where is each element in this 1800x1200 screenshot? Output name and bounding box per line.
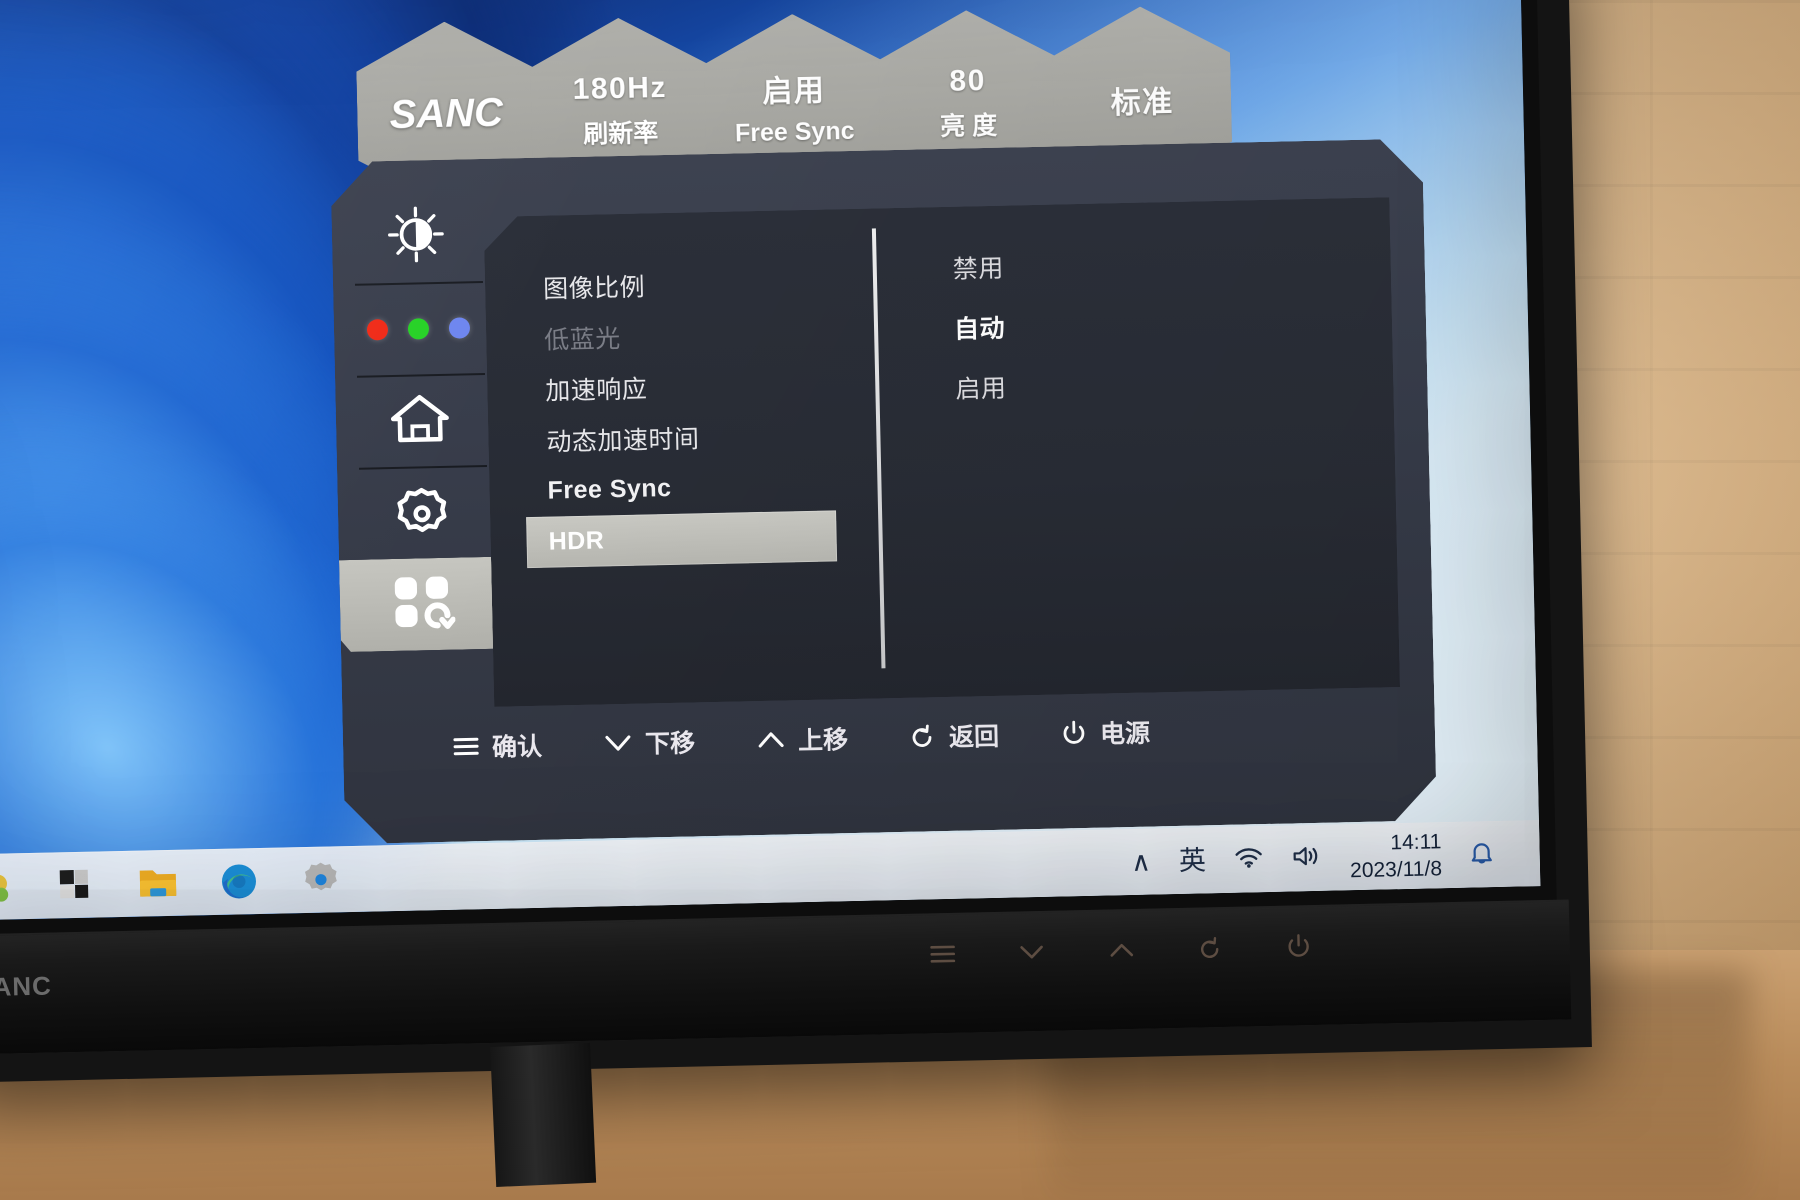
ime-indicator[interactable]: 英	[1179, 845, 1207, 876]
sidebar-item-home[interactable]	[335, 373, 505, 469]
sidebar-item-brightness-contrast[interactable]	[331, 189, 501, 285]
freesync-label: Free Sync	[734, 116, 855, 148]
bezel-down-button[interactable]	[1017, 942, 1045, 963]
picture-mode-value: 标准	[1110, 85, 1175, 120]
refresh-rate-label: 刷新率	[582, 118, 659, 149]
rgb-color-dots-icon	[366, 316, 470, 341]
monitor-bezel: SANC 180Hz 刷新率 启用 Free Sync 80 亮 度 标准 图像…	[0, 0, 1557, 935]
footer-move-down[interactable]: 下移	[604, 723, 696, 761]
taskbar-system-tray: ∧ 英 14:11 2023/11/8	[1131, 828, 1525, 889]
wifi-icon[interactable]	[1234, 845, 1265, 875]
taskbar-icon-photos[interactable]	[0, 867, 14, 908]
taskbar-icon-edge[interactable]	[220, 862, 261, 903]
chevron-down-icon	[604, 733, 632, 754]
footer-label: 电源	[1099, 719, 1151, 749]
menu-item-hdr[interactable]: HDR	[526, 510, 837, 568]
brightness-label: 亮 度	[939, 111, 998, 141]
color-dot-green	[407, 317, 429, 340]
taskbar-app-icons	[0, 860, 342, 908]
color-dot-blue	[448, 316, 470, 339]
footer-confirm[interactable]: 确认	[453, 727, 543, 765]
bell-icon[interactable]	[1469, 839, 1494, 871]
color-dot-red	[366, 318, 388, 341]
menu-item-mprt[interactable]: 动态加速时间	[524, 408, 855, 466]
power-icon	[1061, 720, 1088, 747]
sidebar-item-color[interactable]	[333, 281, 503, 377]
refresh-rate-value: 180Hz	[572, 70, 668, 106]
gear-icon	[394, 482, 449, 542]
freesync-value: 启用	[762, 74, 826, 109]
chevron-up-icon	[757, 730, 785, 751]
menu-item-aspect-ratio[interactable]: 图像比例	[521, 255, 852, 313]
osd-option-list: 禁用 自动 启用	[952, 236, 1256, 413]
footer-label: 上移	[797, 726, 849, 756]
monitor-stand-neck	[490, 1042, 597, 1187]
footer-label: 返回	[948, 722, 1000, 752]
option-disable[interactable]: 禁用	[952, 236, 1253, 293]
taskbar-icon-file-explorer[interactable]	[138, 863, 179, 904]
option-auto[interactable]: 自动	[954, 296, 1255, 353]
screenshot-stage: SANC 180Hz 刷新率 启用 Free Sync 80 亮 度 标准 图像…	[0, 0, 1800, 1200]
footer-power[interactable]: 电源	[1061, 714, 1151, 752]
menu-item-label: 低蓝光	[543, 324, 622, 355]
option-label: 自动	[953, 314, 1006, 344]
taskbar-icon-settings[interactable]	[302, 860, 343, 901]
menu-item-label: 加速响应	[545, 374, 648, 406]
monitor-screen: SANC 180Hz 刷新率 启用 Free Sync 80 亮 度 标准 图像…	[0, 0, 1541, 921]
menu-item-label: Free Sync	[547, 473, 672, 505]
option-label: 启用	[955, 374, 1007, 404]
home-icon	[390, 391, 449, 449]
menu-item-overdrive[interactable]: 加速响应	[523, 357, 854, 415]
tray-overflow-icon[interactable]: ∧	[1131, 847, 1151, 877]
option-label: 禁用	[952, 254, 1005, 284]
osd-menu-list: 图像比例 低蓝光 加速响应 动态加速时间 Free Sync HDR	[521, 255, 858, 568]
volume-icon[interactable]	[1292, 844, 1323, 874]
menu-item-label: 动态加速时间	[546, 424, 700, 457]
sidebar-item-settings[interactable]	[337, 465, 507, 561]
sidebar-item-misc[interactable]	[339, 557, 509, 653]
monitor-physical-buttons	[929, 933, 1311, 967]
brightness-contrast-icon	[385, 203, 446, 269]
menu-item-freesync[interactable]: Free Sync	[525, 459, 856, 517]
clock-date: 2023/11/8	[1349, 856, 1443, 882]
footer-label: 确认	[491, 732, 543, 762]
clock-time: 14:11	[1390, 830, 1442, 855]
bezel-back-button[interactable]	[1197, 935, 1224, 962]
menu-item-label: HDR	[548, 526, 605, 556]
bezel-up-button[interactable]	[1107, 940, 1135, 961]
taskbar-icon-store[interactable]	[56, 865, 97, 906]
bezel-menu-button[interactable]	[929, 943, 956, 966]
footer-back[interactable]: 返回	[910, 717, 1000, 755]
monitor-brand-label: SANC	[0, 970, 53, 1003]
sanc-logo: SANC	[389, 90, 504, 137]
osd-column-divider	[872, 228, 886, 668]
four-dots-refresh-icon	[392, 573, 455, 635]
osd-menu: SANC 180Hz 刷新率 启用 Free Sync 80 亮 度 标准 图像…	[327, 0, 1445, 844]
taskbar-clock[interactable]: 14:11 2023/11/8	[1349, 829, 1442, 883]
bezel-power-button[interactable]	[1285, 933, 1312, 960]
option-enable[interactable]: 启用	[955, 356, 1256, 413]
brightness-value: 80	[949, 63, 987, 98]
footer-move-up[interactable]: 上移	[757, 720, 849, 758]
osd-content-panel: 图像比例 低蓝光 加速响应 动态加速时间 Free Sync HDR 禁用 自动…	[484, 197, 1400, 707]
footer-label: 下移	[644, 729, 696, 759]
menu-item-label: 图像比例	[542, 272, 646, 304]
menu-item-low-blue-light: 低蓝光	[522, 306, 853, 364]
menu-icon	[453, 735, 479, 758]
undo-icon	[910, 723, 937, 750]
osd-sidebar	[331, 189, 509, 653]
monitor: SANC 180Hz 刷新率 启用 Free Sync 80 亮 度 标准 图像…	[0, 0, 1592, 1187]
